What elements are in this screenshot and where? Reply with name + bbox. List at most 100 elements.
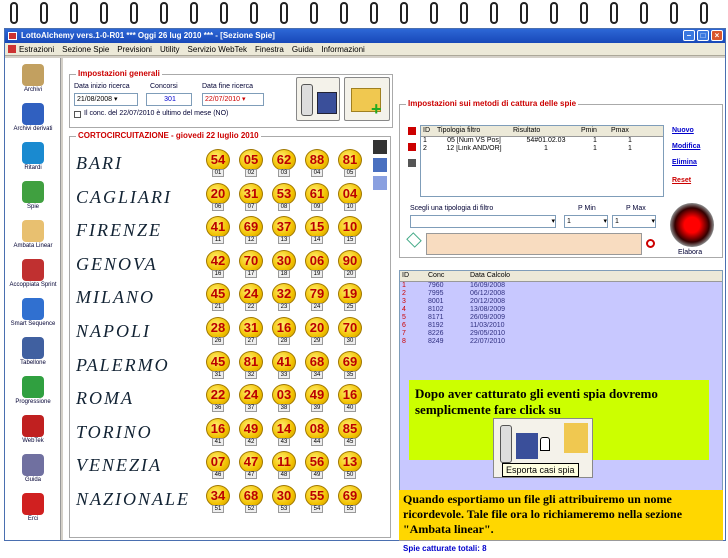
number-ball[interactable]: 49 39 — [305, 384, 329, 413]
filter-text-area[interactable] — [426, 233, 642, 255]
number-ball[interactable]: 54 01 — [206, 149, 230, 177]
number-ball[interactable]: 70 17 — [239, 249, 263, 278]
menu-item-finestra[interactable]: Finestra — [255, 45, 284, 54]
number-ball[interactable]: 28 26 — [206, 317, 230, 345]
methods-header-cell[interactable]: Tipologia filtro — [435, 126, 511, 136]
minimize-button[interactable]: – — [683, 30, 695, 41]
number-ball[interactable]: 05 02 — [239, 149, 263, 177]
table-row[interactable]: 7 8226 29/05/2010 — [400, 330, 722, 338]
concorsi-field[interactable]: 301 — [146, 93, 192, 106]
edit-icon[interactable] — [373, 176, 387, 190]
methods-header-cell[interactable]: ID — [421, 126, 435, 136]
number-ball[interactable]: 62 03 — [272, 149, 296, 177]
number-ball[interactable]: 68 34 — [305, 350, 329, 379]
number-ball[interactable]: 14 43 — [272, 417, 296, 446]
delete-link[interactable]: Elimina — [672, 159, 697, 166]
sidebar-item-progressione[interactable]: Progressione — [5, 376, 61, 405]
menu-item-previsioni[interactable]: Previsioni — [117, 45, 152, 54]
number-ball[interactable]: 31 07 — [239, 182, 263, 211]
number-ball[interactable]: 45 21 — [206, 283, 230, 312]
number-ball[interactable]: 81 32 — [239, 350, 263, 379]
new-link[interactable]: Nuovo — [672, 127, 694, 134]
number-ball[interactable]: 10 15 — [338, 216, 362, 245]
sidebar-item-ambata-linear[interactable]: Ambata Linear — [5, 220, 61, 249]
elabora-button[interactable] — [670, 203, 714, 247]
table-row[interactable]: 2 12 [Link AND/OR] 1 1 1 — [421, 145, 663, 153]
number-ball[interactable]: 34 51 — [206, 485, 230, 513]
document-icon[interactable] — [373, 158, 387, 172]
number-ball[interactable]: 45 31 — [206, 350, 230, 379]
number-ball[interactable]: 32 23 — [272, 283, 296, 312]
methods-header-cell[interactable]: Pmin — [579, 126, 609, 136]
end-date-field[interactable]: 22/07/2010 ▾ — [202, 93, 264, 106]
sidebar-item-erci[interactable]: Erci — [5, 493, 61, 522]
close-button[interactable]: × — [711, 30, 723, 41]
results-header-cell[interactable]: ID — [400, 271, 426, 281]
number-ball[interactable]: 30 18 — [272, 249, 296, 278]
reset-link[interactable]: Reset — [672, 177, 691, 184]
number-ball[interactable]: 08 44 — [305, 417, 329, 446]
number-ball[interactable]: 69 35 — [338, 350, 362, 379]
number-ball[interactable]: 53 08 — [272, 182, 296, 211]
methods-header-cell[interactable]: Pmax — [609, 126, 649, 136]
table-row[interactable]: 1 7960 16/09/2008 — [400, 282, 722, 290]
table-row[interactable]: 5 8171 26/09/2009 — [400, 314, 722, 322]
menu-item-guida[interactable]: Guida — [292, 45, 313, 54]
modify-link[interactable]: Modifica — [672, 143, 700, 150]
table-row[interactable]: 2 7995 06/12/2008 — [400, 290, 722, 298]
maximize-button[interactable]: □ — [697, 30, 709, 41]
menu-item-servizio-webtek[interactable]: Servizio WebTek — [188, 45, 247, 54]
down-arrow-icon[interactable] — [408, 143, 416, 151]
number-ball[interactable]: 30 53 — [272, 485, 296, 513]
number-ball[interactable]: 07 46 — [206, 451, 230, 480]
number-ball[interactable]: 16 40 — [338, 384, 362, 413]
number-ball[interactable]: 88 04 — [305, 149, 329, 177]
pmin-select[interactable]: 1 ▾ — [564, 215, 608, 228]
sidebar-item-smart-sequence[interactable]: Smart Sequence — [5, 298, 61, 327]
number-ball[interactable]: 06 19 — [305, 249, 329, 278]
number-ball[interactable]: 41 11 — [206, 216, 230, 245]
last-of-month-checkbox[interactable] — [74, 111, 81, 118]
import-folder-button[interactable]: + — [344, 77, 390, 121]
methods-header-cell[interactable]: Risultato — [511, 126, 579, 136]
number-ball[interactable]: 13 50 — [338, 451, 362, 480]
menu-item-estrazioni[interactable]: Estrazioni — [19, 45, 54, 54]
number-ball[interactable]: 47 47 — [239, 451, 263, 480]
start-date-field[interactable]: 21/08/2008 ▾ — [74, 93, 138, 106]
number-ball[interactable]: 41 33 — [272, 350, 296, 379]
number-ball[interactable]: 79 24 — [305, 283, 329, 312]
number-ball[interactable]: 16 41 — [206, 417, 230, 446]
results-header-cell[interactable]: Conc — [426, 271, 468, 281]
number-ball[interactable]: 20 06 — [206, 182, 230, 211]
number-ball[interactable]: 03 38 — [272, 384, 296, 413]
menu-item-utility[interactable]: Utility — [160, 45, 180, 54]
number-ball[interactable]: 70 30 — [338, 317, 362, 345]
number-ball[interactable]: 61 09 — [305, 182, 329, 211]
number-ball[interactable]: 16 28 — [272, 317, 296, 345]
number-ball[interactable]: 49 42 — [239, 417, 263, 446]
export-spy-button[interactable] — [296, 77, 340, 121]
table-row[interactable]: 8 8249 22/07/2010 — [400, 338, 722, 346]
sidebar-item-ritardi[interactable]: Ritardi — [5, 142, 61, 171]
number-ball[interactable]: 31 27 — [239, 317, 263, 345]
table-row[interactable]: 3 8001 20/12/2008 — [400, 298, 722, 306]
number-ball[interactable]: 68 52 — [239, 485, 263, 513]
number-ball[interactable]: 24 37 — [239, 384, 263, 413]
number-ball[interactable]: 69 55 — [338, 485, 362, 513]
sidebar-item-spie[interactable]: Spie — [5, 181, 61, 210]
number-ball[interactable]: 85 45 — [338, 417, 362, 446]
cancel-icon[interactable] — [646, 239, 655, 248]
number-ball[interactable]: 04 10 — [338, 182, 362, 211]
number-ball[interactable]: 56 49 — [305, 451, 329, 480]
sidebar-item-archivi[interactable]: Archivi — [5, 64, 61, 93]
up-arrow-icon[interactable] — [408, 127, 416, 135]
table-row[interactable]: 4 8102 13/08/2009 — [400, 306, 722, 314]
number-ball[interactable]: 22 36 — [206, 384, 230, 413]
table-row[interactable]: 6 8192 11/03/2010 — [400, 322, 722, 330]
filter-select[interactable]: ▾ — [410, 215, 556, 228]
sidebar-item-accoppiata-sprint[interactable]: Accoppiata Sprint — [5, 259, 61, 288]
sidebar-item-webtek[interactable]: WebTek — [5, 415, 61, 444]
number-ball[interactable]: 55 54 — [305, 485, 329, 513]
number-ball[interactable]: 69 12 — [239, 216, 263, 245]
sidebar-item-guida[interactable]: Guida — [5, 454, 61, 483]
